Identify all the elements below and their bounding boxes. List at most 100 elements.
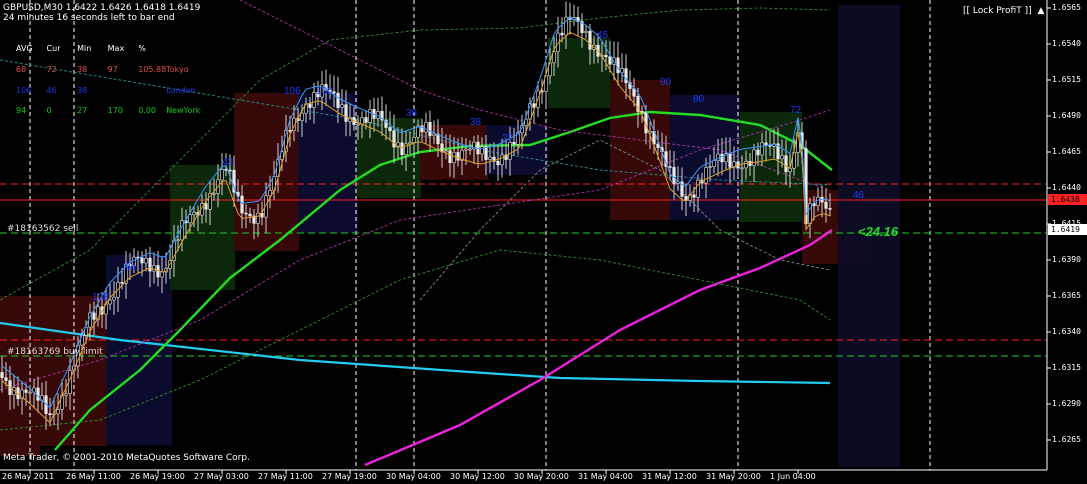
time-tick-label: 31 May 04:00 (578, 472, 633, 481)
stats-cell: 0.00 (138, 106, 156, 115)
session-range-label: 80 (693, 94, 705, 105)
bar-timer: 24 minutes 16 seconds left to bar end (3, 13, 175, 23)
candle-body (120, 282, 124, 284)
session-range-label: 46 (853, 190, 865, 201)
candle-body (584, 30, 588, 34)
candle-body (696, 179, 700, 198)
candle-body (668, 166, 672, 168)
candle-body (392, 130, 396, 148)
red-line-price-tag: 1.6438 (1048, 194, 1087, 205)
candle-body (716, 153, 720, 161)
candle-body (0, 372, 4, 379)
candle-body (464, 148, 468, 151)
candle-body (64, 393, 68, 396)
candle-body (764, 142, 768, 146)
candle-body (604, 54, 608, 58)
stats-header-max: Max (107, 44, 125, 53)
session-range-label: 100 (316, 86, 333, 97)
candle-body (480, 146, 484, 155)
candle-body (4, 377, 8, 381)
candle-body (212, 192, 216, 195)
candle-body (496, 161, 500, 166)
candle-body (784, 155, 788, 173)
candle-body (712, 160, 716, 167)
candle-body (92, 312, 96, 320)
candle-body (816, 196, 820, 206)
candle-body (180, 220, 184, 241)
time-tick-label: 27 May 19:00 (322, 472, 377, 481)
candle-body (176, 239, 180, 242)
candle-body (144, 257, 148, 264)
candle-body (752, 149, 756, 166)
time-tick-label: 26 May 2011 (2, 472, 55, 481)
time-tick-label: 31 May 20:00 (706, 472, 761, 481)
session-range-label: 106 (284, 86, 301, 97)
candle-body (368, 109, 372, 123)
session-range-label: 94 (125, 262, 137, 273)
session-box (298, 93, 358, 233)
candle-body (376, 110, 380, 119)
time-tick-label: 30 May 20:00 (514, 472, 569, 481)
candle-body (588, 30, 592, 50)
candle-body (268, 190, 272, 197)
candle-body (108, 299, 112, 305)
candle-body (780, 155, 784, 160)
price-tick-label: 1.6365 (1052, 291, 1081, 300)
candle-body (428, 122, 432, 137)
time-tick-label: 26 May 19:00 (130, 472, 185, 481)
candle-body (340, 104, 344, 108)
candle-body (448, 150, 452, 164)
candle-body (708, 166, 712, 168)
candle-body (228, 169, 232, 172)
candle-body (248, 213, 252, 217)
medium-term-ma-line (364, 229, 833, 467)
close-icon[interactable]: ▲ (1036, 5, 1046, 18)
stats-cell: 38 (77, 86, 88, 95)
time-tick-label: 30 May 04:00 (386, 472, 441, 481)
stats-cell: 46 (46, 86, 57, 95)
candle-body (240, 195, 244, 214)
candle-body (692, 194, 696, 198)
candle-body (192, 212, 196, 215)
candle-body (332, 91, 336, 94)
candle-body (204, 203, 208, 210)
candle-body (728, 153, 732, 168)
candle-body (160, 271, 164, 278)
time-tick-label: 1 Jun 04:00 (770, 472, 816, 481)
candle-body (360, 117, 364, 125)
session-range-label: 72 (790, 105, 802, 116)
candle-body (672, 166, 676, 184)
candle-body (560, 32, 564, 36)
price-tick-label: 1.6565 (1052, 3, 1081, 12)
price-tick-label: 1.6390 (1052, 255, 1081, 264)
candle-body (756, 149, 760, 156)
candle-body (56, 409, 60, 415)
time-tick-label: 26 May 11:00 (66, 472, 121, 481)
candle-body (408, 142, 412, 145)
session-range-label: 108 (92, 292, 109, 303)
stats-header-pct: % (138, 44, 146, 53)
stats-cell: 97 (107, 65, 118, 74)
candle-body (364, 117, 368, 123)
lock-profit-button[interactable]: [[ Lock ProfiT ]] (960, 5, 1035, 18)
price-tick-label: 1.6315 (1052, 363, 1081, 372)
candle-body (308, 103, 312, 108)
candle-body (400, 142, 404, 156)
candle-body (468, 148, 472, 151)
chart-window[interactable]: GBPUSD,M30 1.6422 1.6426 1.6418 1.6419 2… (0, 0, 1087, 484)
candle-body (624, 68, 628, 84)
stats-header-cur: Cur (46, 44, 61, 53)
candle-body (484, 146, 488, 160)
candle-body (220, 169, 224, 181)
session-label-tokyo: Tokyo (166, 65, 189, 74)
candle-body (148, 257, 152, 272)
stats-row-newyork: 94 0 27 170 0.00 NewYork (16, 106, 200, 116)
session-label-london: London (166, 86, 196, 95)
candle-body (720, 153, 724, 163)
stats-cell: 72 (46, 65, 57, 74)
time-tick-label: 27 May 11:00 (258, 472, 313, 481)
time-tick-label: 31 May 12:00 (642, 472, 697, 481)
price-tick-label: 1.6415 (1052, 219, 1081, 228)
price-tick-label: 1.6440 (1052, 183, 1081, 192)
stats-header-avg: AVG (16, 44, 33, 53)
